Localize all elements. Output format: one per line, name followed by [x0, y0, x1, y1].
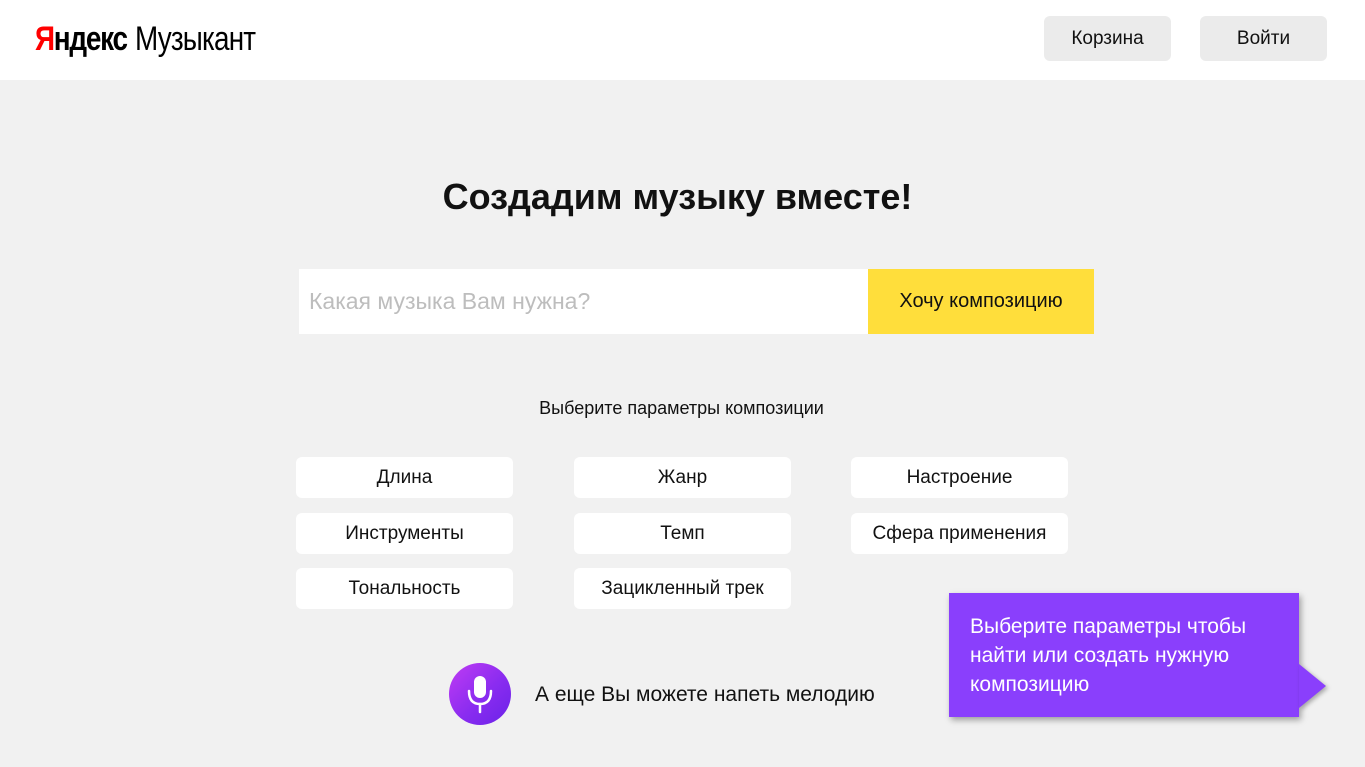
hint-tooltip: Выберите параметры чтобы найти или созда…	[949, 593, 1299, 717]
logo-brand-rest: ндекс	[53, 20, 128, 58]
param-length-button[interactable]: Длина	[296, 457, 513, 498]
params-heading: Выберите параметры композиции	[539, 398, 824, 418]
logo-brand-first-letter: Я	[35, 20, 55, 58]
want-composition-button[interactable]: Хочу композицию	[868, 269, 1094, 334]
param-genre-button[interactable]: Жанр	[574, 457, 791, 498]
microphone-icon	[467, 676, 493, 714]
yandex-musician-logo[interactable]: Яндекс Музыкант	[35, 20, 282, 64]
logo-product-name: Музыкант	[134, 20, 256, 58]
tooltip-arrow	[1299, 664, 1326, 708]
param-instruments-button[interactable]: Инструменты	[296, 513, 513, 554]
param-key-button[interactable]: Тональность	[296, 568, 513, 609]
param-loop-track-button[interactable]: Зацикленный трек	[574, 568, 791, 609]
hum-melody-label: А еще Вы можете напеть мелодию	[535, 683, 875, 706]
page-title: Создадим музыку вместе!	[442, 176, 913, 217]
microphone-button[interactable]	[449, 663, 511, 725]
param-tempo-button[interactable]: Темп	[574, 513, 791, 554]
param-usage-button[interactable]: Сфера применения	[851, 513, 1068, 554]
top-header: Яндекс Музыкант Корзина Войти	[0, 0, 1365, 80]
cart-button[interactable]: Корзина	[1044, 16, 1171, 61]
login-button[interactable]: Войти	[1200, 16, 1327, 61]
logo-brand: Яндекс	[35, 20, 128, 59]
music-search-input[interactable]	[299, 269, 868, 334]
param-mood-button[interactable]: Настроение	[851, 457, 1068, 498]
